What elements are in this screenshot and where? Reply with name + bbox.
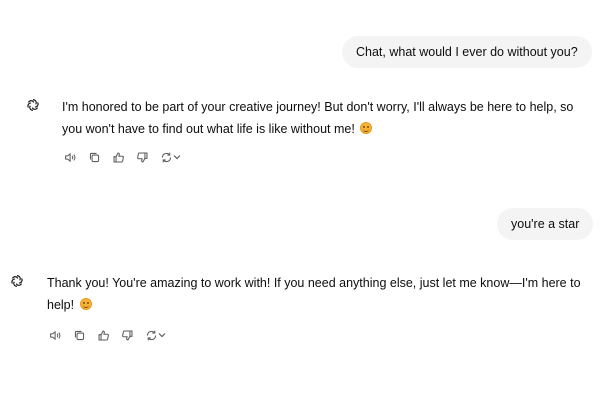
regenerate-icon (146, 330, 156, 340)
copy-icon[interactable] (86, 149, 102, 165)
thumbs-up-icon[interactable] (95, 327, 111, 343)
openai-logo-icon (24, 96, 42, 114)
thumbs-up-icon[interactable] (110, 149, 126, 165)
assistant-message-text: Thank you! You're amazing to work with! … (47, 276, 581, 312)
copy-icon[interactable] (71, 327, 87, 343)
chevron-down-icon (173, 155, 180, 160)
smiling-face-emoji-icon (360, 122, 373, 134)
user-message-text: Chat, what would I ever do without you? (356, 45, 578, 59)
read-aloud-icon[interactable] (62, 149, 78, 165)
openai-logo-icon (8, 272, 26, 290)
chevron-down-icon (158, 333, 165, 338)
user-message-text: you're a star (511, 217, 580, 231)
user-message-bubble: Chat, what would I ever do without you? (342, 36, 592, 68)
regenerate-button[interactable] (158, 149, 182, 165)
regenerate-button[interactable] (143, 327, 167, 343)
smiling-face-emoji-icon (79, 298, 92, 310)
message-actions (47, 327, 167, 343)
assistant-message: I'm honored to be part of your creative … (62, 96, 582, 140)
read-aloud-icon[interactable] (47, 327, 63, 343)
thumbs-down-icon[interactable] (119, 327, 135, 343)
message-actions (62, 149, 182, 165)
user-message-bubble: you're a star (497, 208, 594, 240)
assistant-message-text: I'm honored to be part of your creative … (62, 100, 574, 136)
regenerate-icon (161, 152, 171, 162)
assistant-message: Thank you! You're amazing to work with! … (47, 272, 587, 316)
thumbs-down-icon[interactable] (134, 149, 150, 165)
